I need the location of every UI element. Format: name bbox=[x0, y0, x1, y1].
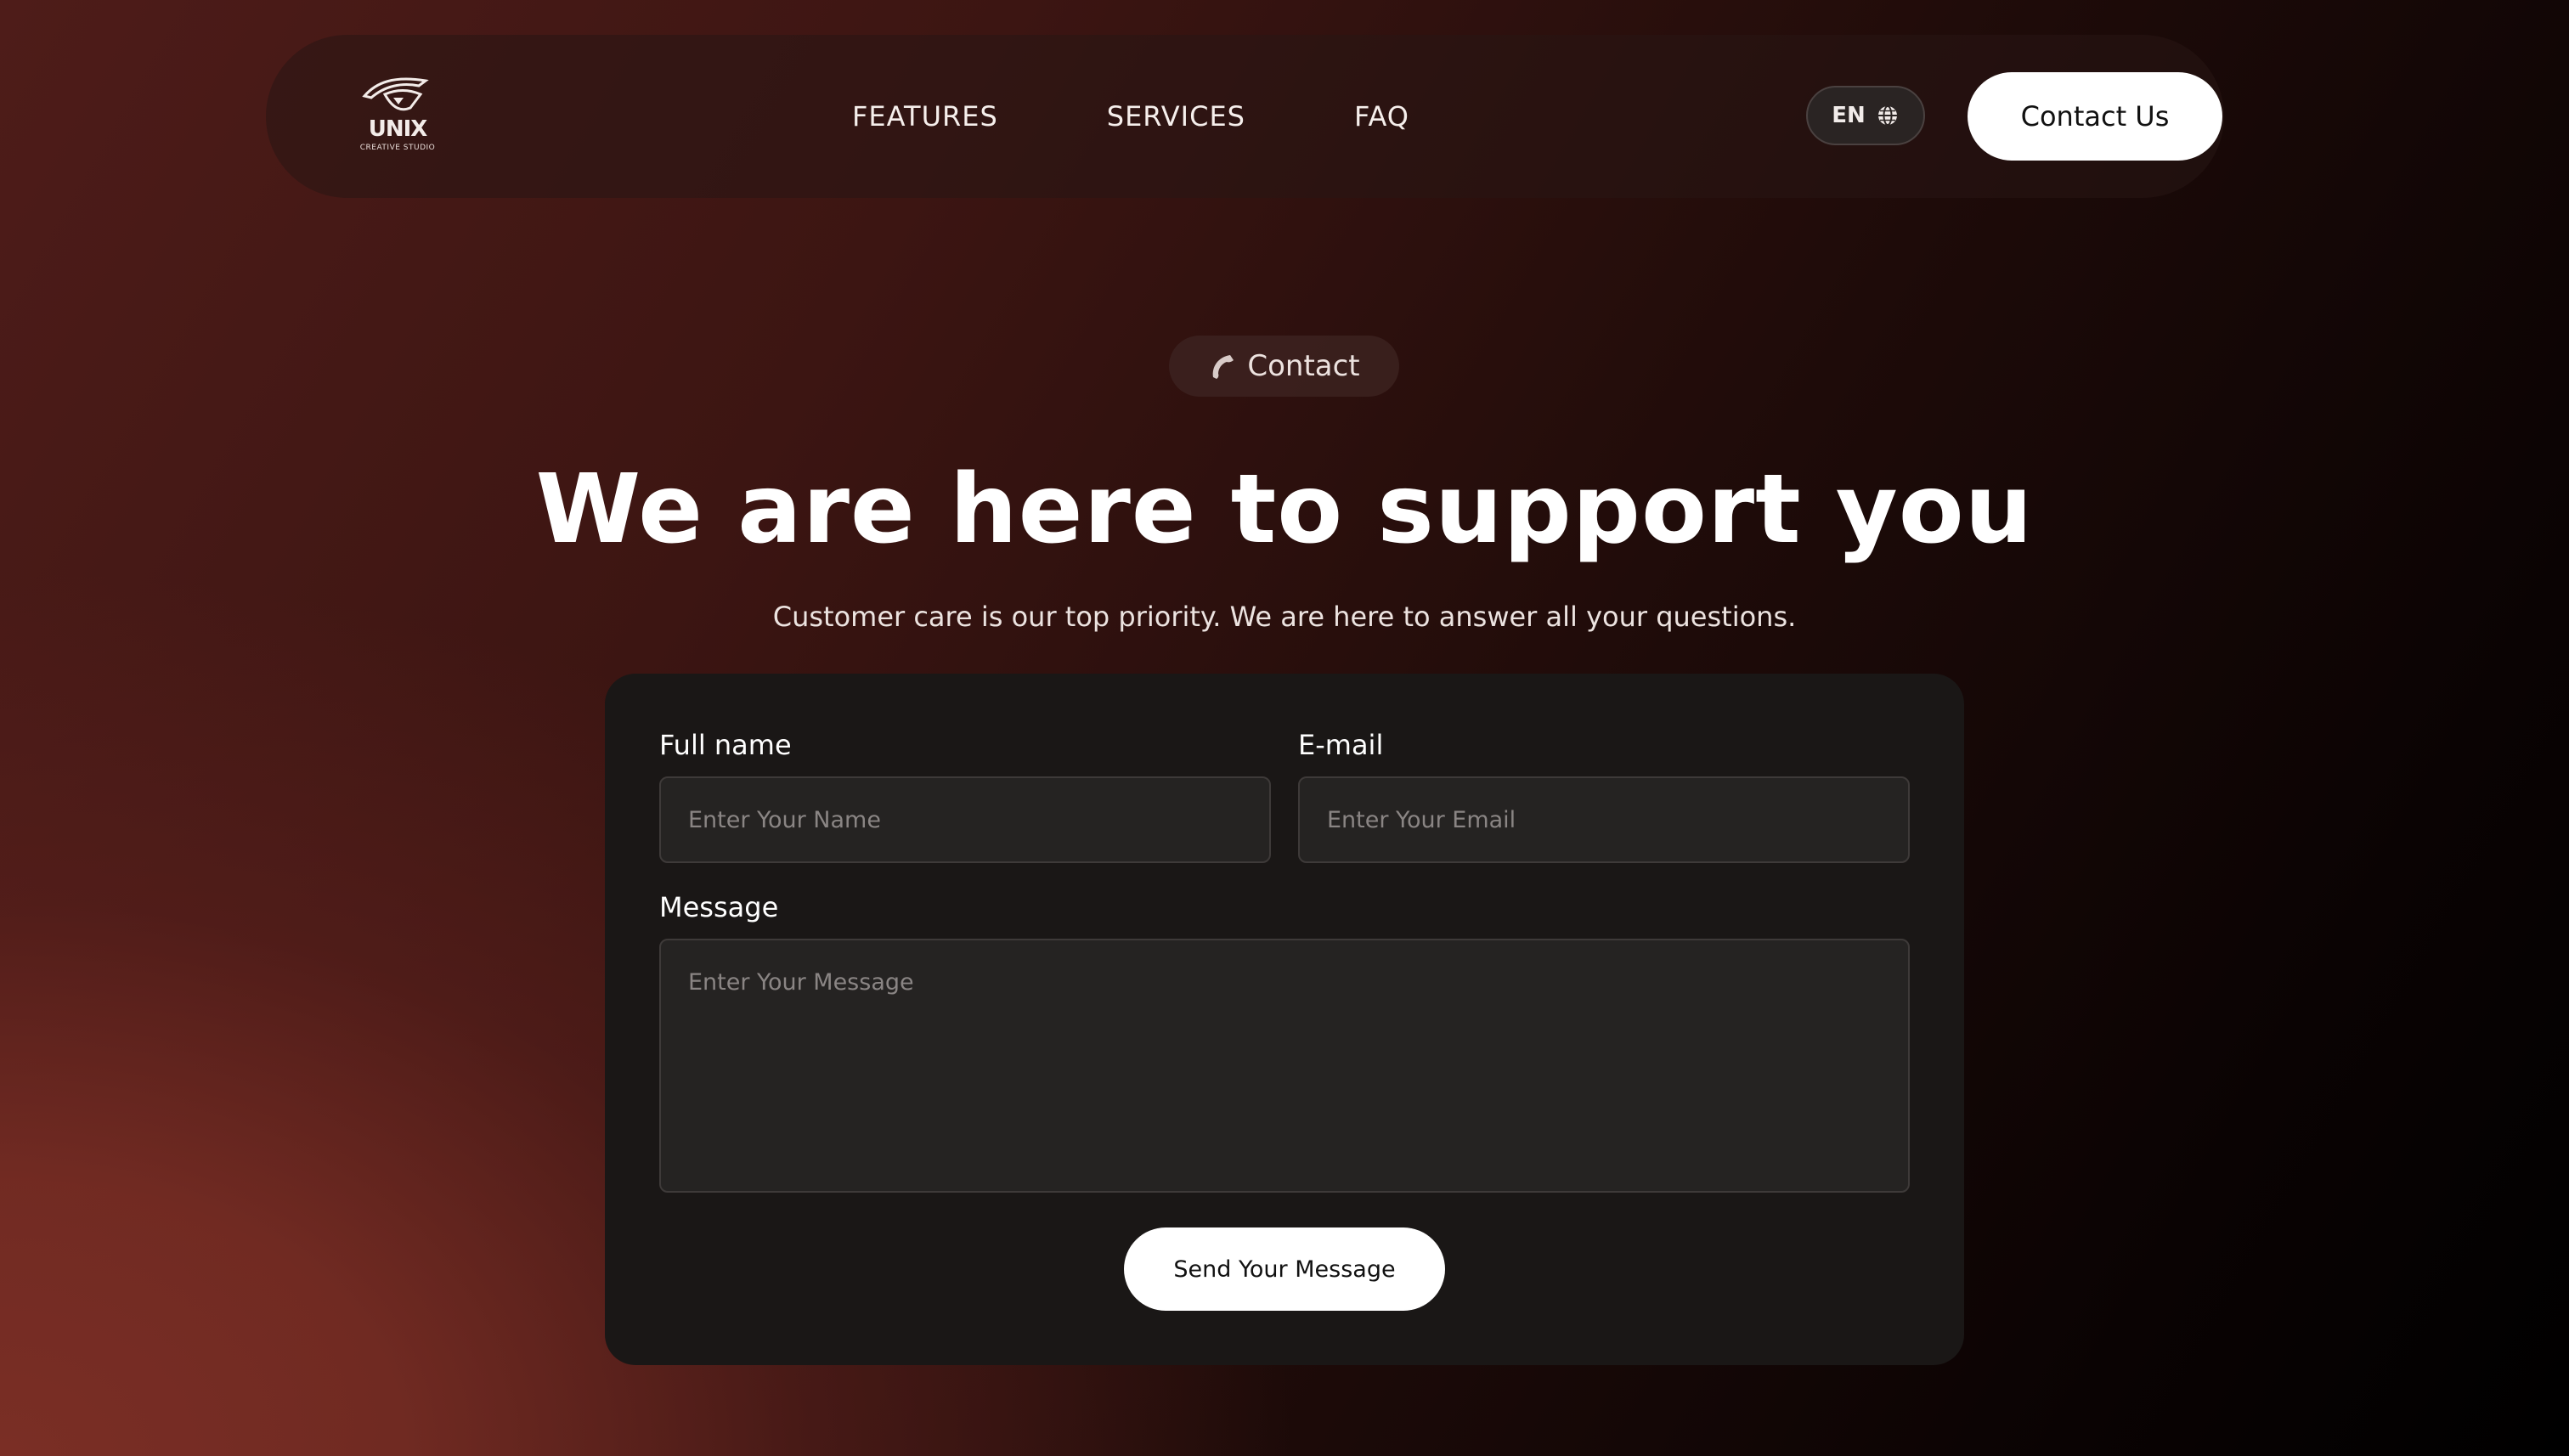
send-message-button[interactable]: Send Your Message bbox=[1124, 1227, 1445, 1311]
nav-services[interactable]: SERVICES bbox=[1107, 100, 1245, 133]
language-switcher[interactable]: EN bbox=[1806, 86, 1925, 145]
page-subtitle: Customer care is our top priority. We ar… bbox=[772, 601, 1797, 633]
message-label: Message bbox=[659, 891, 779, 923]
message-textarea[interactable] bbox=[659, 939, 1910, 1193]
nav-features[interactable]: FEATURES bbox=[852, 100, 998, 133]
phone-icon bbox=[1208, 352, 1237, 381]
full-name-input[interactable] bbox=[659, 776, 1271, 863]
main-nav: FEATURES SERVICES FAQ bbox=[852, 35, 1409, 198]
full-name-label: Full name bbox=[659, 729, 792, 761]
logo-wordmark: UNIX bbox=[368, 116, 428, 142]
nav-faq[interactable]: FAQ bbox=[1354, 100, 1409, 133]
logo-tagline: CREATIVE STUDIO bbox=[359, 144, 436, 152]
contact-pill-label: Contact bbox=[1247, 349, 1360, 383]
contact-form: Full name E-mail Message Send Your Messa… bbox=[605, 674, 1964, 1365]
contact-us-button[interactable]: Contact Us bbox=[1968, 72, 2222, 161]
email-label: E-mail bbox=[1298, 729, 1384, 761]
email-input[interactable] bbox=[1298, 776, 1910, 863]
language-label: EN bbox=[1832, 103, 1866, 128]
logo[interactable]: UNIX CREATIVE STUDIO bbox=[359, 72, 436, 157]
logo-mark-icon bbox=[362, 77, 429, 111]
contact-pill: Contact bbox=[1169, 336, 1399, 397]
navbar: UNIX CREATIVE STUDIO FEATURES SERVICES F… bbox=[266, 35, 2224, 198]
page-title: We are here to support you bbox=[535, 454, 2034, 565]
globe-icon bbox=[1876, 104, 1900, 127]
